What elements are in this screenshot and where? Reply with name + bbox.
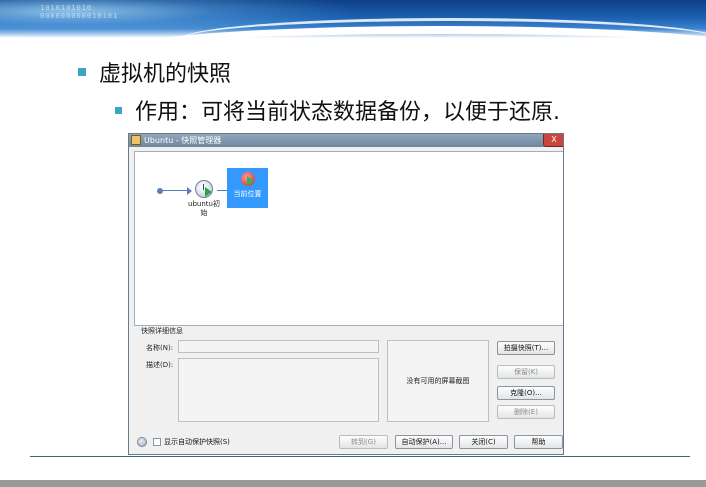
vm-icon bbox=[131, 135, 141, 145]
description-label: 描述(D): bbox=[146, 361, 174, 369]
name-label: 名称(N): bbox=[146, 344, 174, 352]
goto-button[interactable]: 转到(G) bbox=[339, 435, 388, 449]
bullet-square-icon bbox=[78, 68, 86, 76]
show-autoprotect-label: 显示自动保护快照(S) bbox=[164, 438, 230, 446]
bullet-level1: 虚拟机的快照 bbox=[78, 57, 231, 87]
snapshot-manager-window: Ubuntu - 快照管理器 X ubuntu初始 当前位置 快照详细信息 名称… bbox=[128, 133, 564, 455]
tree-root-dot bbox=[157, 188, 163, 194]
current-state-label: 当前位置 bbox=[233, 190, 262, 198]
header-binary-pattern: 1010101010 000000000010101 bbox=[40, 4, 119, 20]
slide-header-band: 1010101010 000000000010101 bbox=[0, 0, 706, 38]
clone-button[interactable]: 克隆(O)... bbox=[497, 386, 555, 400]
help-button[interactable]: 帮助 bbox=[514, 435, 563, 449]
snapshot-label: ubuntu初始 bbox=[188, 200, 220, 217]
delete-button[interactable]: 删除(E) bbox=[497, 405, 555, 419]
show-autoprotect-checkbox[interactable] bbox=[153, 438, 161, 446]
screenshot-preview: 没有可用的屏幕截图 bbox=[387, 340, 489, 422]
snapshot-tree-panel[interactable]: ubuntu初始 当前位置 bbox=[134, 151, 563, 326]
bullet-level2-text: 作用：可将当前状态数据备份，以便于还原. bbox=[135, 100, 560, 125]
bullet-level2: 作用：可将当前状态数据备份，以便于还原. bbox=[115, 95, 560, 125]
current-state-node[interactable]: 当前位置 bbox=[227, 168, 268, 208]
snapshot-node-ubuntu[interactable]: ubuntu初始 bbox=[185, 180, 223, 218]
window-titlebar[interactable]: Ubuntu - 快照管理器 X bbox=[129, 134, 563, 147]
window-close-button[interactable]: X bbox=[543, 134, 563, 147]
window-title: Ubuntu - 快照管理器 bbox=[144, 136, 222, 145]
help-icon[interactable] bbox=[137, 437, 147, 447]
bullet-level1-text: 虚拟机的快照 bbox=[99, 62, 232, 87]
details-heading: 快照详细信息 bbox=[141, 327, 183, 335]
close-button[interactable]: 关闭(C) bbox=[459, 435, 508, 449]
footer-bar bbox=[0, 480, 706, 487]
keep-button[interactable]: 保留(K) bbox=[497, 365, 555, 379]
screenshot-placeholder-text: 没有可用的屏幕截图 bbox=[406, 377, 470, 385]
footer-divider bbox=[30, 456, 690, 457]
current-state-icon bbox=[240, 172, 255, 186]
clock-icon bbox=[195, 180, 213, 198]
name-field[interactable] bbox=[178, 340, 379, 353]
description-field[interactable] bbox=[178, 358, 379, 422]
autoprotect-button[interactable]: 自动保护(A)... bbox=[395, 435, 453, 449]
take-snapshot-button[interactable]: 拍摄快照(T)... bbox=[497, 341, 555, 355]
bullet-square-icon bbox=[115, 106, 122, 114]
